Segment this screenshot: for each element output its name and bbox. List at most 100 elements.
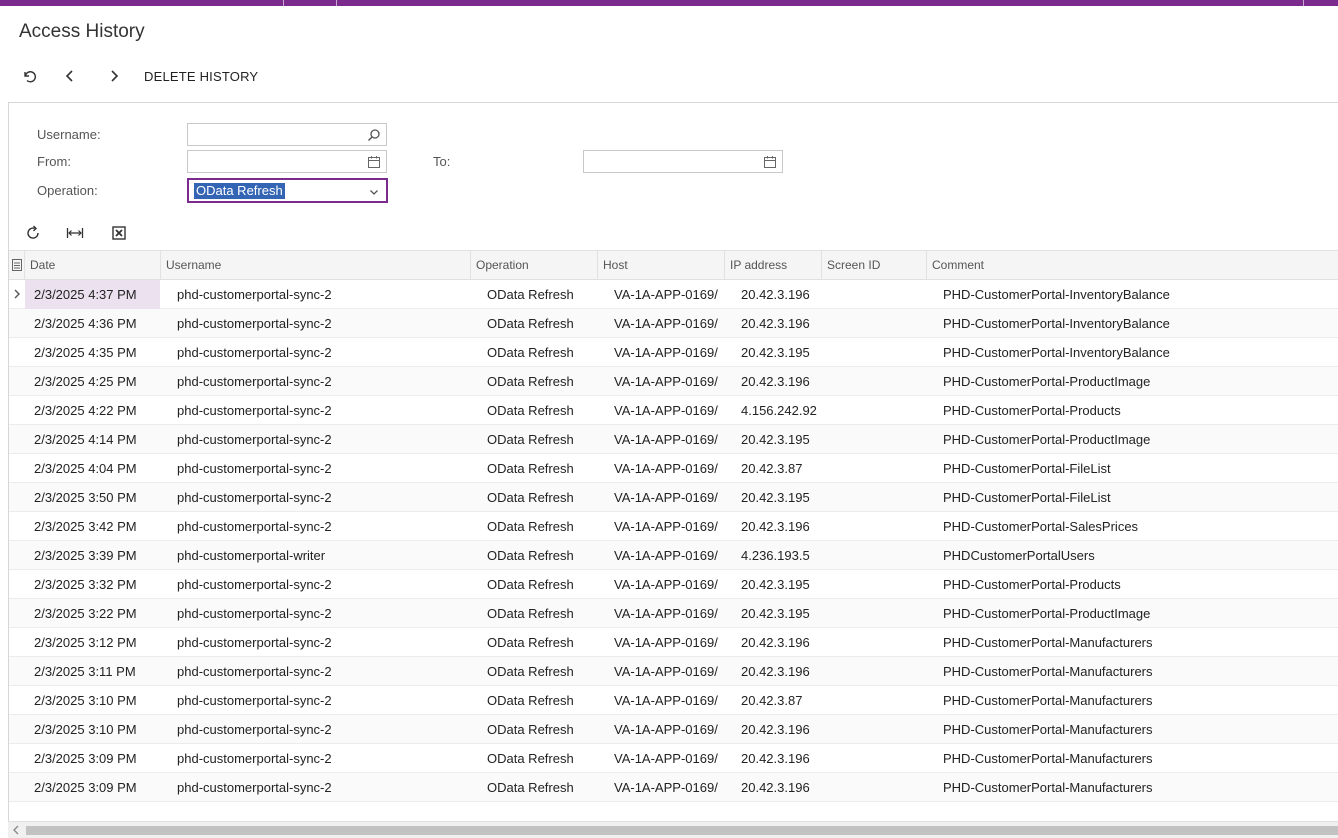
cell-host: VA-1A-APP-0169/ [614, 693, 718, 708]
grid-header: Date Username Operation Host IP address … [9, 250, 1338, 280]
table-row[interactable]: 2/3/2025 3:42 PM phd-customerportal-sync-… [9, 512, 1338, 541]
cell-host: VA-1A-APP-0169/ [614, 316, 718, 331]
cell-date: 2/3/2025 4:36 PM [34, 316, 137, 331]
column-header-username[interactable]: Username [160, 251, 471, 280]
cell-host: VA-1A-APP-0169/ [614, 519, 718, 534]
column-header-date[interactable]: Date [24, 251, 161, 280]
cell-ip-address: 20.42.3.196 [741, 751, 810, 766]
chevron-right-icon [111, 70, 119, 82]
topbar-separator [283, 0, 284, 6]
cell-host: VA-1A-APP-0169/ [614, 606, 718, 621]
operation-select[interactable]: OData Refresh [187, 178, 388, 203]
column-header-ip-address[interactable]: IP address [724, 251, 822, 280]
cell-ip-address: 20.42.3.196 [741, 316, 810, 331]
table-row[interactable]: 2/3/2025 3:10 PM phd-customerportal-sync-… [9, 686, 1338, 715]
cell-operation: OData Refresh [487, 490, 574, 505]
table-row[interactable]: 2/3/2025 3:12 PM phd-customerportal-sync-… [9, 628, 1338, 657]
cell-operation: OData Refresh [487, 722, 574, 737]
refresh-button[interactable] [23, 221, 43, 245]
cell-comment: PHD-CustomerPortal-Manufacturers [943, 635, 1153, 650]
cell-username: phd-customerportal-sync-2 [177, 635, 332, 650]
refresh-icon [27, 225, 39, 239]
cell-date: 2/3/2025 3:39 PM [34, 548, 137, 563]
cell-ip-address: 20.42.3.195 [741, 606, 810, 621]
table-row[interactable]: 2/3/2025 4:04 PM phd-customerportal-sync-… [9, 454, 1338, 483]
column-header-comment[interactable]: Comment [926, 251, 1338, 280]
scrollbar-thumb[interactable] [26, 826, 1338, 835]
cell-comment: PHD-CustomerPortal-ProductImage [943, 606, 1151, 621]
table-row[interactable]: 2/3/2025 3:11 PM phd-customerportal-sync-… [9, 657, 1338, 686]
cell-operation: OData Refresh [487, 403, 574, 418]
delete-history-button[interactable]: DELETE HISTORY [144, 69, 258, 84]
column-header-operation[interactable]: Operation [470, 251, 598, 280]
cell-username: phd-customerportal-sync-2 [177, 606, 332, 621]
cell-host: VA-1A-APP-0169/ [614, 461, 718, 476]
cell-host: VA-1A-APP-0169/ [614, 490, 718, 505]
table-row[interactable]: 2/3/2025 4:35 PM phd-customerportal-sync-… [9, 338, 1338, 367]
table-row[interactable]: 2/3/2025 3:39 PM phd-customerportal-write… [9, 541, 1338, 570]
chevron-left-icon [65, 70, 73, 82]
table-row[interactable]: 2/3/2025 3:50 PM phd-customerportal-sync-… [9, 483, 1338, 512]
row-selector-settings-icon[interactable] [12, 259, 22, 271]
cell-operation: OData Refresh [487, 345, 574, 360]
chevron-down-icon[interactable] [367, 185, 381, 199]
undo-icon [24, 71, 37, 83]
table-row[interactable]: 2/3/2025 4:22 PM phd-customerportal-sync-… [9, 396, 1338, 425]
cell-host: VA-1A-APP-0169/ [614, 548, 718, 563]
to-date-field[interactable] [583, 150, 783, 173]
cell-comment: PHD-CustomerPortal-InventoryBalance [943, 345, 1170, 360]
next-record-button[interactable] [92, 62, 136, 90]
cell-date: 2/3/2025 4:37 PM [25, 280, 160, 309]
cell-date: 2/3/2025 3:10 PM [34, 693, 137, 708]
cell-operation: OData Refresh [487, 606, 574, 621]
cell-host: VA-1A-APP-0169/ [614, 780, 718, 795]
cell-ip-address: 20.42.3.196 [741, 664, 810, 679]
cell-username: phd-customerportal-sync-2 [177, 345, 332, 360]
table-row[interactable]: 2/3/2025 4:37 PM phd-customerportal-sync-… [9, 280, 1338, 309]
export-excel-button[interactable] [109, 221, 129, 245]
content-panel: Username: From: To: Operation: OData Ref… [8, 102, 1338, 838]
topbar-separator [336, 0, 337, 6]
horizontal-scrollbar[interactable] [8, 821, 1338, 838]
cell-date: 2/3/2025 3:32 PM [34, 577, 137, 592]
cell-host: VA-1A-APP-0169/ [614, 345, 718, 360]
table-row[interactable]: 2/3/2025 4:36 PM phd-customerportal-sync-… [9, 309, 1338, 338]
from-label: From: [37, 154, 71, 169]
cell-ip-address: 20.42.3.196 [741, 374, 810, 389]
fit-columns-button[interactable] [65, 221, 85, 245]
grid-toolbar [23, 221, 129, 245]
cell-comment: PHD-CustomerPortal-Products [943, 403, 1121, 418]
table-row[interactable]: 2/3/2025 4:25 PM phd-customerportal-sync-… [9, 367, 1338, 396]
previous-record-button[interactable] [48, 62, 92, 90]
cell-host: VA-1A-APP-0169/ [614, 722, 718, 737]
column-header-screen-id[interactable]: Screen ID [821, 251, 927, 280]
calendar-icon[interactable] [367, 155, 381, 169]
fit-columns-icon [66, 228, 84, 238]
table-row[interactable]: 2/3/2025 3:09 PM phd-customerportal-sync-… [9, 773, 1338, 802]
table-row[interactable]: 2/3/2025 3:09 PM phd-customerportal-sync-… [9, 744, 1338, 773]
excel-export-icon [112, 226, 126, 240]
cell-comment: PHD-CustomerPortal-ProductImage [943, 374, 1151, 389]
username-field[interactable] [187, 123, 387, 146]
cell-comment: PHDCustomerPortalUsers [943, 548, 1095, 563]
cell-ip-address: 20.42.3.195 [741, 345, 810, 360]
cell-operation: OData Refresh [487, 316, 574, 331]
cell-username: phd-customerportal-sync-2 [177, 287, 332, 302]
cell-operation: OData Refresh [487, 577, 574, 592]
search-icon[interactable] [367, 128, 381, 142]
cell-username: phd-customerportal-sync-2 [177, 751, 332, 766]
cell-username: phd-customerportal-sync-2 [177, 577, 332, 592]
table-row[interactable]: 2/3/2025 3:22 PM phd-customerportal-sync-… [9, 599, 1338, 628]
cell-comment: PHD-CustomerPortal-Manufacturers [943, 751, 1153, 766]
table-row[interactable]: 2/3/2025 4:14 PM phd-customerportal-sync-… [9, 425, 1338, 454]
calendar-icon[interactable] [763, 155, 777, 169]
undo-button[interactable] [14, 62, 48, 90]
table-row[interactable]: 2/3/2025 3:32 PM phd-customerportal-sync-… [9, 570, 1338, 599]
cell-comment: PHD-CustomerPortal-Manufacturers [943, 664, 1153, 679]
table-row[interactable]: 2/3/2025 3:10 PM phd-customerportal-sync-… [9, 715, 1338, 744]
cell-host: VA-1A-APP-0169/ [614, 635, 718, 650]
cell-ip-address: 20.42.3.87 [741, 693, 803, 708]
from-date-field[interactable] [187, 150, 387, 173]
scroll-left-icon[interactable] [12, 825, 20, 835]
column-header-host[interactable]: Host [597, 251, 725, 280]
